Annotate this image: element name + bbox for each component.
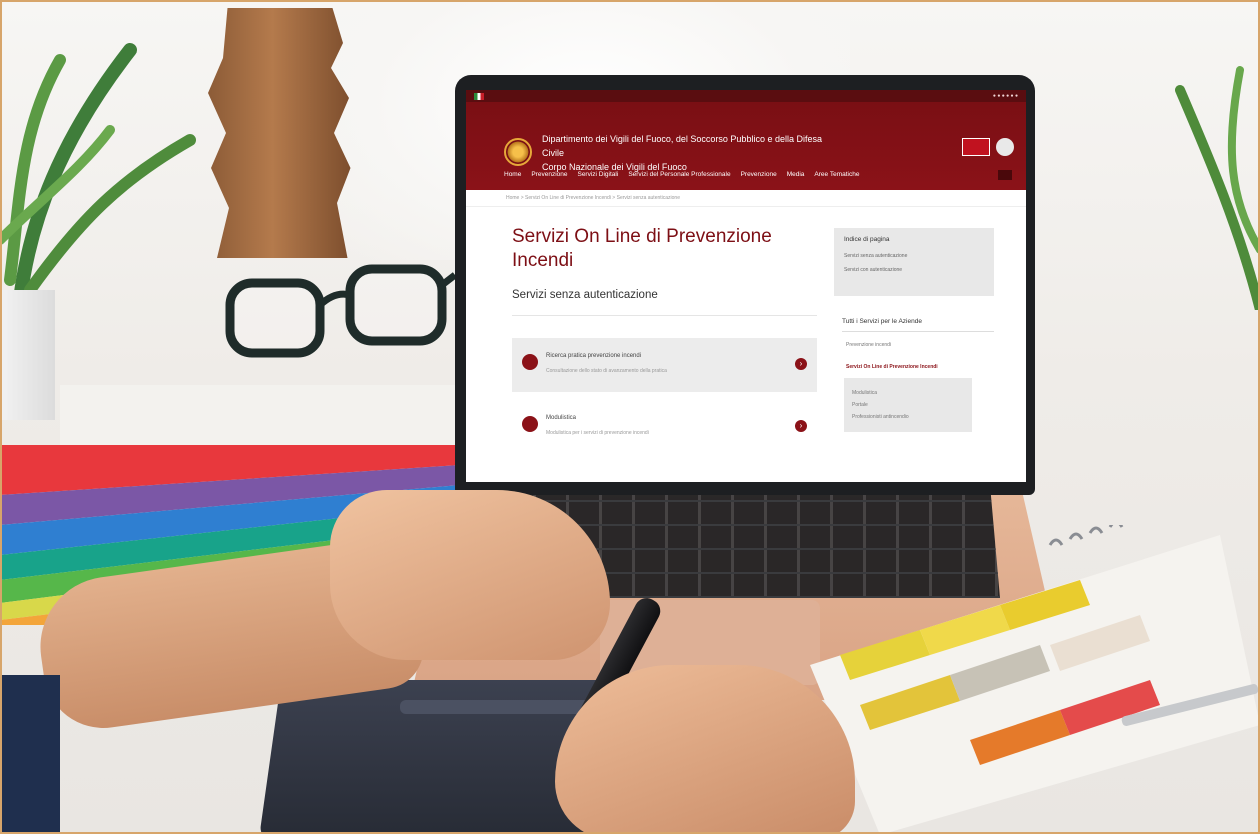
sidebar-subitem[interactable]: Portale [852, 402, 964, 408]
left-hand [330, 490, 610, 660]
eyeglasses [225, 264, 455, 358]
fire-brigade-logo [504, 138, 532, 166]
site-top-bar: ● ● ● ● ● ● [466, 90, 1026, 102]
user-avatar-icon[interactable] [996, 138, 1014, 156]
arrow-right-icon[interactable]: › [795, 358, 807, 370]
region-badge [962, 138, 990, 156]
wooden-sculpture [208, 8, 351, 258]
service-title[interactable]: Ricerca pratica prevenzione incendi [546, 353, 641, 359]
right-hand [555, 665, 855, 834]
site-org-name: Dipartimento dei Vigili del Fuoco, del S… [542, 132, 842, 174]
sidebar-item[interactable]: Prevenzione incendi [846, 342, 994, 348]
page-subtitle: Servizi senza autenticazione [512, 289, 817, 316]
page-title: Servizi On Line di Prevenzione Incendi [512, 226, 772, 271]
page-index-title: Indice di pagina [844, 236, 890, 243]
nav-item[interactable]: Media [787, 171, 805, 178]
service-description: Consultazione dello stato di avanzamento… [546, 368, 667, 374]
photo-scene: ● ● ● ● ● ● Dipartimento dei Vigili del … [0, 0, 1260, 834]
laptop-screen-website: ● ● ● ● ● ● Dipartimento dei Vigili del … [466, 90, 1026, 482]
site-org-line-1: Dipartimento dei Vigili del Fuoco, del S… [542, 134, 822, 158]
site-header: Dipartimento dei Vigili del Fuoco, del S… [466, 102, 1026, 190]
nav-item[interactable]: Servizi del Personale Professionale [628, 171, 730, 178]
service-description: Modulistica per i servizi di prevenzione… [546, 430, 649, 436]
arrow-right-icon[interactable]: › [795, 420, 807, 432]
sidebar-subitem[interactable]: Modulistica [852, 390, 964, 396]
page-index-box: Indice di pagina Servizi senza autentica… [834, 228, 994, 296]
nav-item[interactable]: Servizi Digitali [577, 171, 618, 178]
nav-item[interactable]: Prevenzione [531, 171, 567, 178]
plant-left [0, 43, 196, 300]
nav-item[interactable]: Aree Tematiche [814, 171, 859, 178]
plant-right [1175, 66, 1260, 310]
site-sidebar: Indice di pagina Servizi senza autentica… [834, 228, 994, 432]
site-nav: Home Prevenzione Servizi Digitali Serviz… [504, 171, 859, 178]
nav-item[interactable]: Prevenzione [741, 171, 777, 178]
breadcrumb[interactable]: Home > Servizi On Line di Prevenzione In… [466, 190, 1026, 207]
page-index-link[interactable]: Servizi senza autenticazione [844, 253, 984, 259]
sidebar-list-title: Tutti i Servizi per le Aziende [842, 318, 994, 332]
sidebar-item-active[interactable]: Servizi On Line di Prevenzione Incendi [846, 364, 994, 370]
nav-item[interactable]: Home [504, 171, 521, 178]
shirt-sleeve [0, 675, 60, 834]
italian-flag-icon [474, 92, 484, 100]
site-top-links: ● ● ● ● ● ● [992, 93, 1018, 99]
service-icon [522, 416, 538, 432]
site-main-content: Servizi On Line di Prevenzione Incendi S… [512, 225, 817, 454]
service-card[interactable]: Ricerca pratica prevenzione incendi Cons… [512, 338, 817, 392]
search-icon[interactable] [998, 170, 1012, 180]
notebook-with-color-swatches [810, 525, 1260, 834]
service-icon [522, 354, 538, 370]
service-title[interactable]: Modulistica [546, 415, 576, 421]
sidebar-subitem[interactable]: Professionisti antincendio [852, 414, 964, 420]
service-card[interactable]: Modulistica Modulistica per i servizi di… [512, 400, 817, 454]
page-index-link[interactable]: Servizi con autenticazione [844, 267, 984, 273]
sidebar-submenu: Modulistica Portale Professionisti antin… [844, 378, 972, 432]
